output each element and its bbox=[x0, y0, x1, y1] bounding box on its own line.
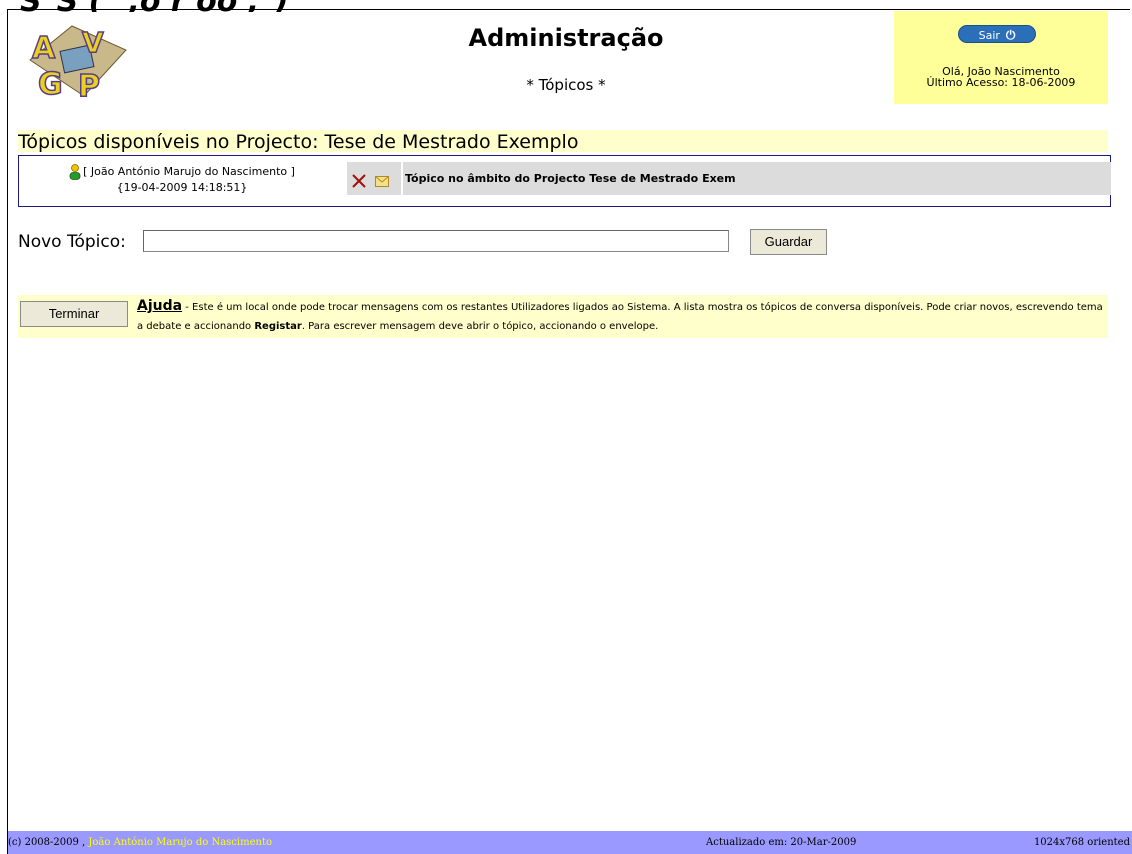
topic-row: [ João António Marujo do Nascimento ] {1… bbox=[18, 155, 1111, 207]
footer: (c) 2008-2009 , João António Marujo do N… bbox=[8, 831, 1132, 854]
help-text: Ajuda - Este é um local onde pode trocar… bbox=[137, 297, 1107, 336]
topic-actions bbox=[347, 162, 401, 195]
save-button[interactable]: Guardar bbox=[750, 229, 827, 255]
last-access-text: Último Acesso: 18-06-2009 bbox=[926, 76, 1076, 89]
help-text-part2: . Para escrever mensagem deve abrir o tó… bbox=[301, 321, 659, 332]
user-greeting: Olá, João Nascimento Último Acesso: 18-0… bbox=[894, 66, 1108, 88]
finish-button[interactable]: Terminar bbox=[20, 301, 128, 327]
new-topic-input[interactable] bbox=[143, 230, 729, 252]
footer-resolution: 1024x768 oriented bbox=[1033, 837, 1130, 848]
help-bold-word: Registar bbox=[254, 321, 302, 332]
footer-updated: Actualizado em: 20-Mar-2009 bbox=[706, 837, 857, 848]
user-info-box: Sair ⏻ Olá, João Nascimento Último Acesso… bbox=[894, 11, 1108, 104]
topic-datetime: {19-04-2009 14:18:51} bbox=[116, 181, 248, 194]
help-panel: Terminar Ajuda - Este é um local onde po… bbox=[18, 295, 1108, 338]
footer-author-link[interactable]: João António Marujo do Nascimento bbox=[88, 837, 272, 848]
topic-author-block: [ João António Marujo do Nascimento ] {1… bbox=[19, 164, 345, 196]
power-icon: ⏻ bbox=[1005, 28, 1016, 42]
delete-icon[interactable] bbox=[351, 173, 367, 189]
topic-author: [ João António Marujo do Nascimento ] bbox=[83, 165, 295, 178]
footer-copyright: (c) 2008-2009 , João António Marujo do N… bbox=[8, 831, 272, 854]
new-topic-label: Novo Tópico: bbox=[18, 232, 126, 252]
logout-button[interactable]: Sair ⏻ bbox=[958, 25, 1036, 43]
topic-title-link[interactable]: Tópico no âmbito do Projecto Tese de Mes… bbox=[403, 162, 1111, 195]
user-icon bbox=[69, 164, 81, 180]
copyright-text: (c) 2008-2009 , bbox=[8, 837, 89, 848]
project-heading: Tópicos disponíveis no Projecto: Tese de… bbox=[18, 130, 1108, 152]
logout-label: Sair bbox=[978, 29, 1000, 42]
envelope-icon[interactable] bbox=[375, 176, 389, 187]
help-link[interactable]: Ajuda bbox=[137, 298, 182, 314]
